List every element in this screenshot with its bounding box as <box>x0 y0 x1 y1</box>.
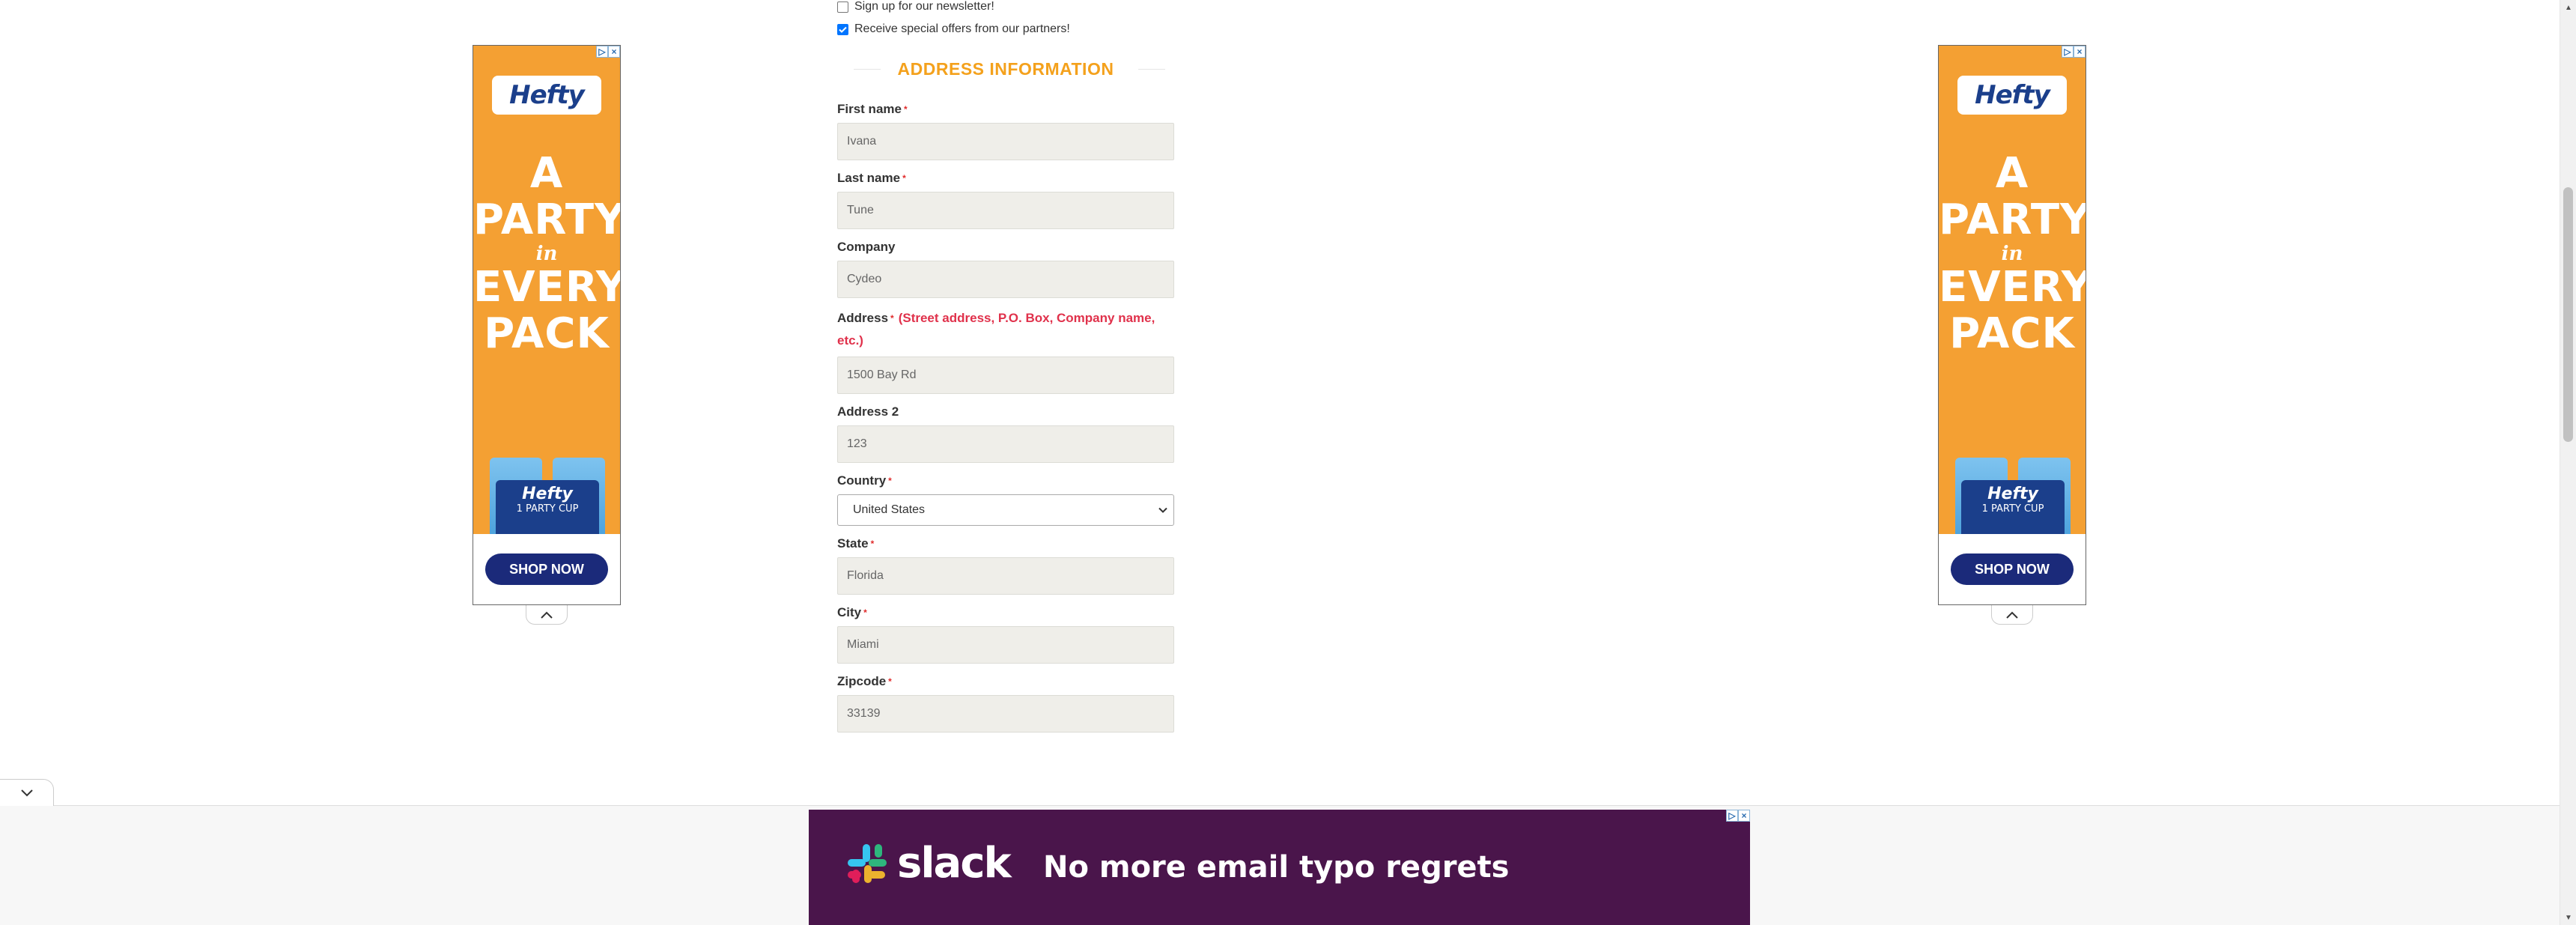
brand-logo: Hefty <box>492 76 601 115</box>
company-input[interactable]: Cydeo <box>837 261 1174 298</box>
address2-input[interactable]: 123 <box>837 425 1174 463</box>
city-label: City * <box>837 605 867 619</box>
address-label: Address * (Street address, P.O. Box, Compa… <box>837 311 1155 348</box>
address-input[interactable]: 1500 Bay Rd <box>837 357 1174 394</box>
offers-label: Receive special offers from our partners… <box>854 22 1070 35</box>
zipcode-input[interactable]: 33139 <box>837 695 1174 733</box>
country-label: Country * <box>837 473 892 488</box>
ad-choices-icon[interactable]: ▷ <box>596 46 608 58</box>
ad-headline: A PARTY in EVERY PACK <box>473 149 621 358</box>
ad-cta-bar: SHOP NOW <box>473 534 620 604</box>
scroll-thumb[interactable] <box>2563 187 2573 442</box>
country-select[interactable]: United States <box>837 494 1174 526</box>
registration-form: Sign up for our newsletter! Receive spec… <box>837 0 1174 733</box>
first-name-input[interactable]: Ivana <box>837 123 1174 160</box>
scroll-down-icon[interactable]: ▼ <box>2560 910 2576 925</box>
expand-ad-button[interactable] <box>0 779 54 806</box>
bottom-banner-ad[interactable]: ▷ × slack No more email typo regrets <box>809 810 1750 925</box>
address2-label: Address 2 <box>837 404 899 419</box>
side-ad-left[interactable]: ▷ × Hefty A PARTY in EVERY PACK Hefty 1 … <box>473 45 621 605</box>
checkmark-icon <box>839 26 847 33</box>
zipcode-label: Zipcode * <box>837 674 892 688</box>
state-input[interactable]: Florida <box>837 557 1174 595</box>
page-scrollbar[interactable]: ▲ ▼ <box>2560 0 2576 925</box>
chevron-up-icon <box>2006 611 2018 619</box>
scroll-up-icon[interactable]: ▲ <box>2560 0 2576 15</box>
collapse-ad-button[interactable] <box>1991 605 2033 625</box>
last-name-label: Last name * <box>837 171 906 185</box>
side-ad-right[interactable]: ▷ × Hefty A PARTY in EVERY PACK Hefty 1 … <box>1938 45 2086 605</box>
brand-logo: Hefty <box>1957 76 2067 115</box>
state-label: State * <box>837 536 875 551</box>
city-input[interactable]: Miami <box>837 626 1174 664</box>
ad-cta-bar: SHOP NOW <box>1939 534 2086 604</box>
ad-tagline: No more email typo regrets <box>1043 850 1510 885</box>
last-name-input[interactable]: Tune <box>837 192 1174 229</box>
offers-option[interactable]: Receive special offers from our partners… <box>837 18 1174 40</box>
offers-checkbox[interactable] <box>837 23 848 35</box>
newsletter-label: Sign up for our newsletter! <box>854 0 994 13</box>
ad-choices-icon[interactable]: ▷ <box>2062 46 2074 58</box>
ad-choices[interactable]: ▷ × <box>2062 46 2086 58</box>
ad-headline: A PARTY in EVERY PACK <box>1939 149 2086 358</box>
chevron-down-icon <box>1158 507 1167 513</box>
collapse-ad-button[interactable] <box>526 605 568 625</box>
chevron-up-icon <box>541 611 553 619</box>
slack-icon <box>848 844 887 883</box>
ad-choices[interactable]: ▷ × <box>1726 810 1750 822</box>
first-name-label: First name * <box>837 102 908 116</box>
newsletter-checkbox[interactable] <box>837 1 848 13</box>
newsletter-option[interactable]: Sign up for our newsletter! <box>837 0 1174 18</box>
shop-now-button[interactable]: SHOP NOW <box>485 554 608 585</box>
slack-logo: slack <box>845 841 1012 886</box>
close-icon[interactable]: × <box>2074 46 2086 58</box>
ad-choices-icon[interactable]: ▷ <box>1726 810 1738 822</box>
section-title: ADDRESS INFORMATION <box>837 46 1174 91</box>
ad-choices[interactable]: ▷ × <box>596 46 620 58</box>
close-icon[interactable]: × <box>608 46 620 58</box>
chevron-down-icon <box>20 789 33 796</box>
company-label: Company <box>837 240 896 254</box>
shop-now-button[interactable]: SHOP NOW <box>1951 554 2074 585</box>
close-icon[interactable]: × <box>1738 810 1750 822</box>
